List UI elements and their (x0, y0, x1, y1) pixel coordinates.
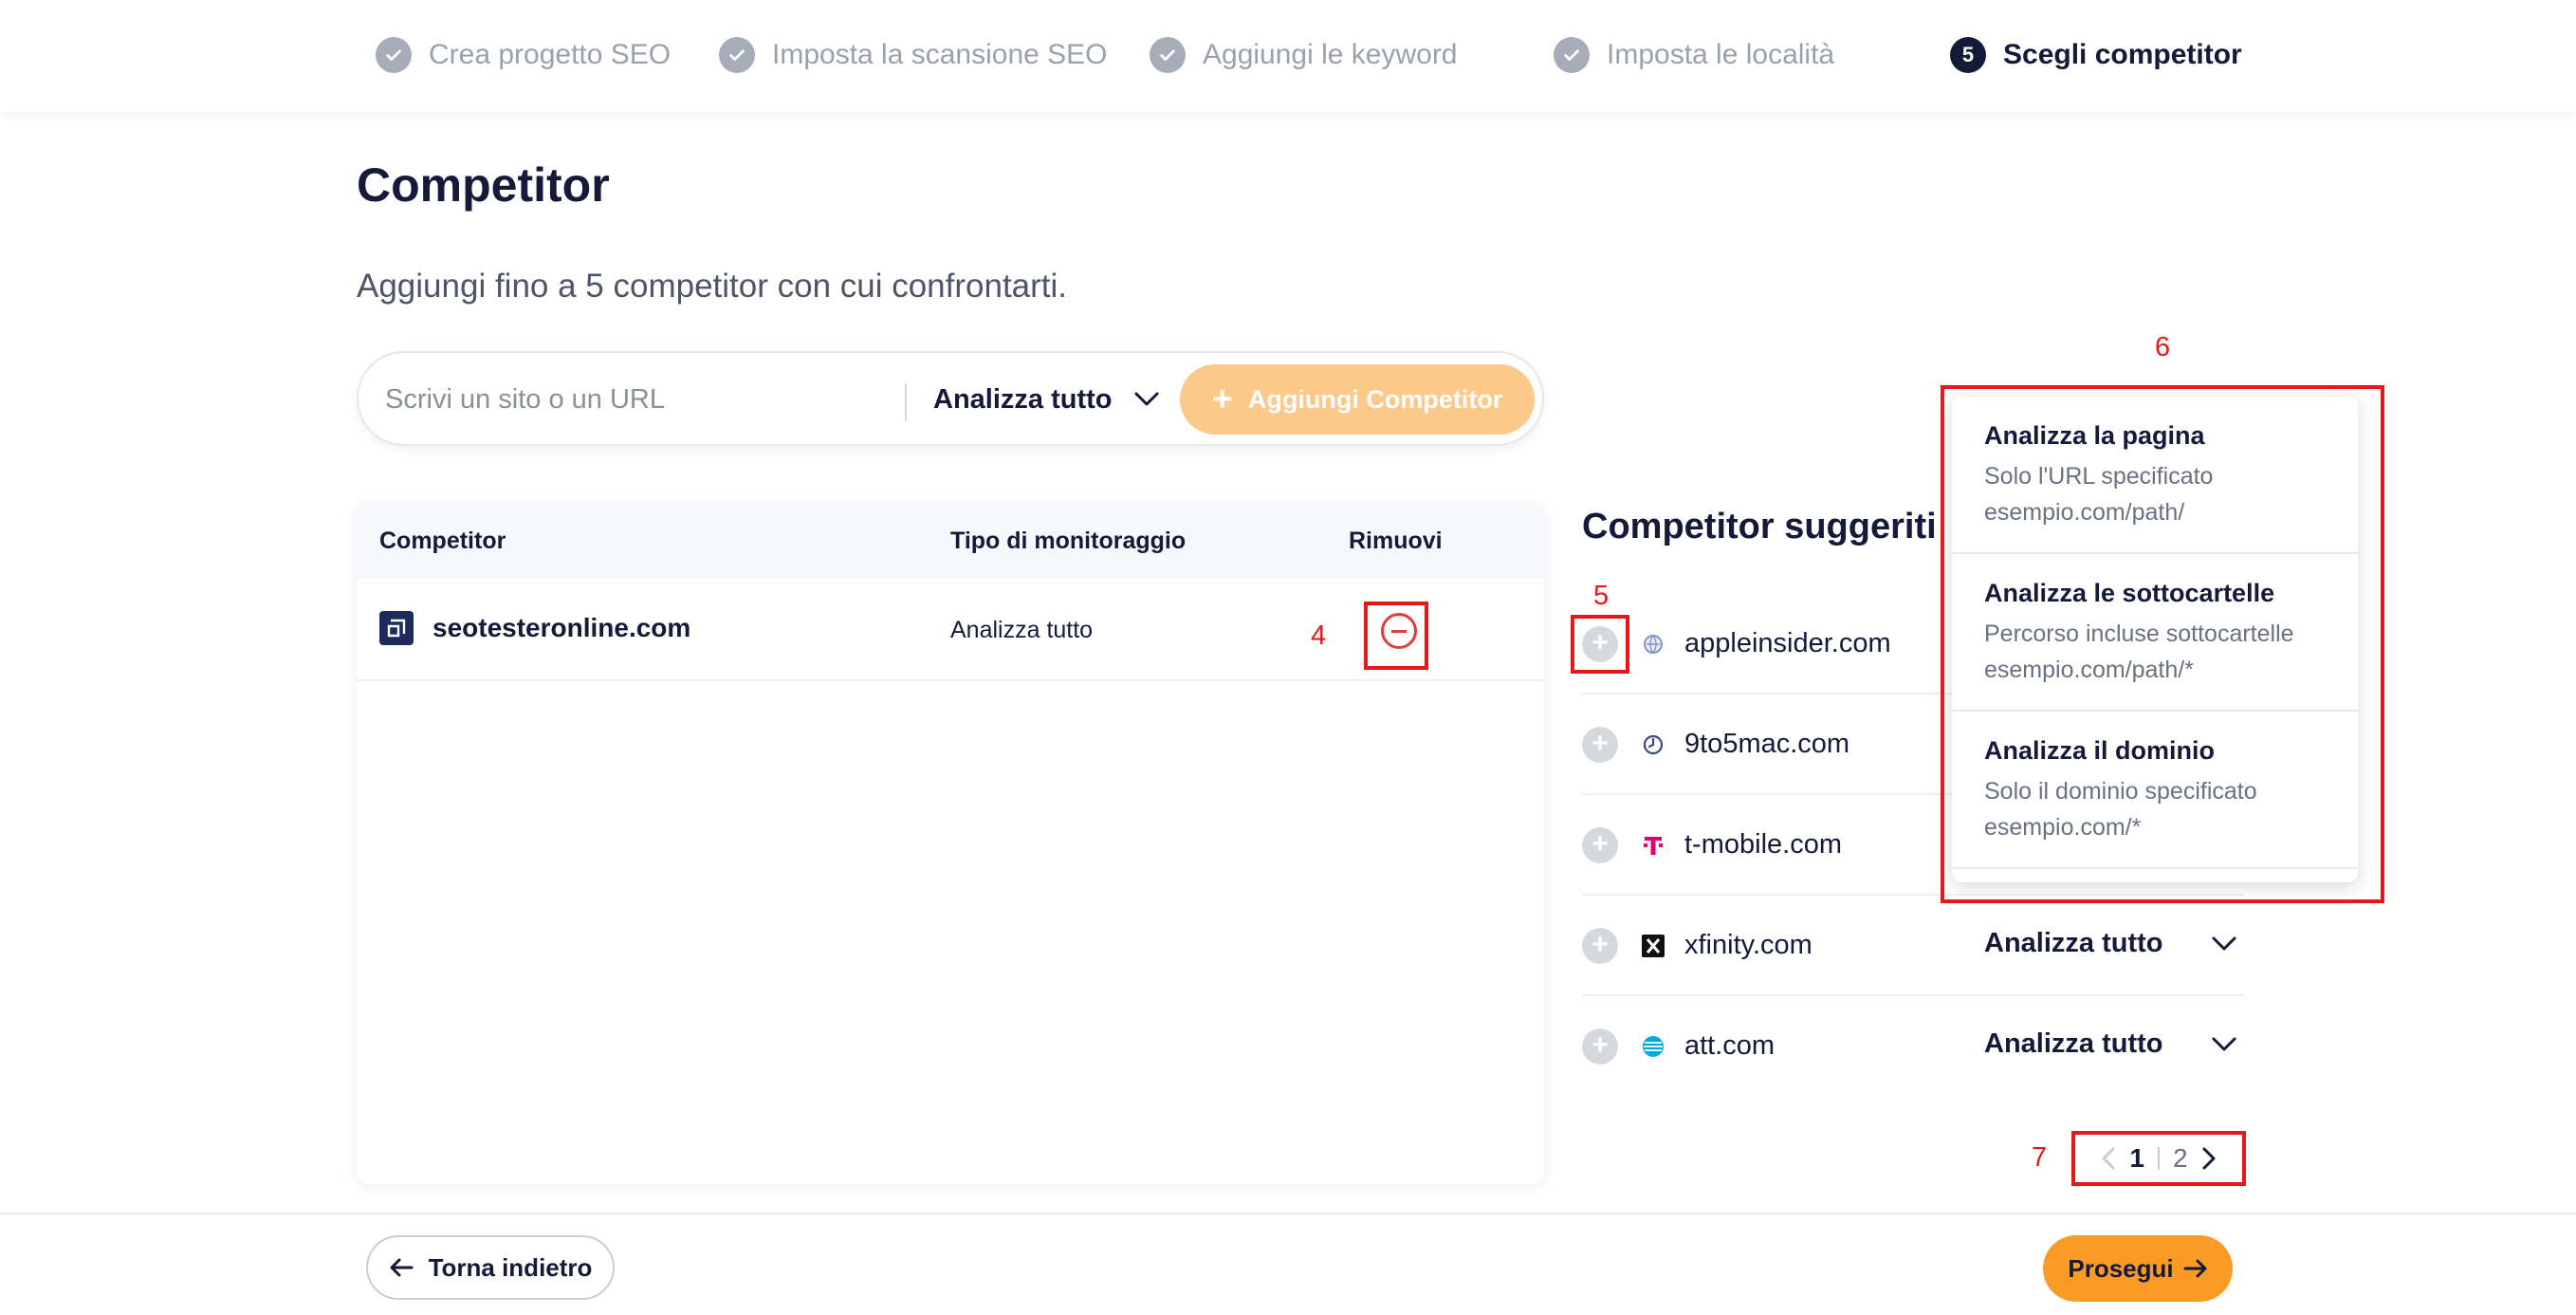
step-imposta-scansione[interactable]: Imposta la scansione SEO (719, 34, 1108, 76)
seotesteronline-logo-icon (379, 611, 414, 645)
annotation-label-5: 5 (1593, 581, 1610, 611)
competitor-search-bar: Analizza tutto + Aggiungi Competitor (357, 351, 1544, 446)
annotation-label-4: 4 (1311, 620, 1327, 651)
suggested-domain: t-mobile.com (1684, 829, 1842, 860)
annotation-box-6 (1941, 385, 2384, 903)
competitor-domain: seotesteronline.com (432, 613, 691, 642)
globe-icon (1641, 632, 1665, 657)
next-button-label: Prosegui (2068, 1253, 2174, 1283)
column-header-competitor: Competitor (379, 528, 506, 554)
competitor-url-input[interactable] (385, 372, 869, 427)
annotation-box-4 (1364, 602, 1428, 670)
add-competitor-button[interactable]: + Aggiungi Competitor (1180, 364, 1535, 435)
analysis-mode-label: Analizza tutto (1984, 1028, 2163, 1059)
chevron-down-icon (2212, 1037, 2236, 1050)
add-competitor-label: Aggiungi Competitor (1247, 384, 1503, 414)
plus-icon: + (1592, 828, 1609, 860)
add-suggested-button[interactable]: + (1582, 928, 1618, 964)
annotation-label-7: 7 (2032, 1142, 2048, 1173)
plus-icon: + (1592, 728, 1609, 759)
add-suggested-button[interactable]: + (1582, 1028, 1618, 1065)
chevron-down-icon (2212, 936, 2236, 950)
analysis-mode-select[interactable]: Analizza tutto (1984, 1028, 2237, 1060)
step-aggiungi-keyword[interactable]: Aggiungi le keyword (1150, 34, 1458, 76)
check-circle-icon (1554, 37, 1590, 73)
suggested-competitor-row: + xfinity.com Analizza tutto (1582, 896, 2244, 996)
step-label: Scegli competitor (2003, 39, 2242, 70)
suggested-domain: xfinity.com (1684, 930, 1812, 960)
analysis-mode-select[interactable]: Analizza tutto (1984, 928, 2237, 959)
page-title: Competitor (357, 158, 610, 212)
competitor-monitoring-type: Analizza tutto (950, 617, 1094, 643)
annotation-label-6: 6 (2155, 332, 2171, 362)
suggested-domain: att.com (1684, 1030, 1776, 1061)
step-label: Crea progetto SEO (429, 39, 672, 70)
annotation-box-7 (2071, 1131, 2246, 1186)
plus-icon: + (1592, 929, 1609, 960)
progress-stepper: Crea progetto SEO Imposta la scansione S… (0, 0, 2576, 112)
plus-icon: + (1211, 380, 1233, 419)
annotation-box-5 (1571, 615, 1629, 674)
divider (905, 383, 907, 421)
back-button-label: Torna indietro (428, 1252, 593, 1282)
check-circle-icon (376, 37, 412, 73)
check-circle-icon (1150, 37, 1186, 73)
analysis-mode-select[interactable]: Analizza tutto (933, 374, 1160, 425)
arrow-right-icon (2183, 1259, 2207, 1278)
analysis-mode-label: Analizza tutto (933, 383, 1113, 415)
suggested-domain: 9to5mac.com (1684, 729, 1850, 759)
step-label: Aggiungi le keyword (1203, 39, 1458, 70)
suggested-competitor-row: + att.com Analizza tutto (1582, 996, 2244, 1097)
clock-icon (1641, 732, 1665, 757)
xfinity-logo-icon (1641, 934, 1665, 958)
table-header: Competitor Tipo di monitoraggio Rimuovi (357, 503, 1544, 579)
chevron-down-icon (1134, 392, 1158, 406)
suggested-competitors-title: Competitor suggeriti (1582, 507, 1937, 546)
back-button[interactable]: Torna indietro (366, 1235, 615, 1300)
arrow-left-icon (390, 1258, 414, 1277)
att-logo-icon (1641, 1034, 1665, 1059)
step-label: Imposta le località (1607, 39, 1835, 70)
add-suggested-button[interactable]: + (1582, 727, 1618, 763)
step-imposta-localita[interactable]: Imposta le località (1554, 34, 1834, 76)
check-circle-icon (719, 37, 755, 73)
add-suggested-button[interactable]: + (1582, 827, 1618, 863)
step-label: Imposta la scansione SEO (772, 39, 1108, 70)
step-scegli-competitor[interactable]: 5 Scegli competitor (1950, 34, 2242, 76)
plus-icon: + (1592, 1029, 1609, 1061)
t-mobile-logo-icon (1641, 833, 1665, 858)
step-number: 5 (1950, 37, 1986, 73)
step-crea-progetto[interactable]: Crea progetto SEO (376, 34, 671, 76)
next-button[interactable]: Prosegui (2043, 1235, 2233, 1302)
page-subtitle: Aggiungi fino a 5 competitor con cui con… (357, 268, 1068, 305)
analysis-mode-label: Analizza tutto (1984, 928, 2163, 958)
column-header-type: Tipo di monitoraggio (950, 528, 1187, 554)
footer-bar: Torna indietro Prosegui (0, 1213, 2576, 1315)
column-header-remove: Rimuovi (1349, 528, 1443, 554)
suggested-domain: appleinsider.com (1684, 628, 1891, 658)
